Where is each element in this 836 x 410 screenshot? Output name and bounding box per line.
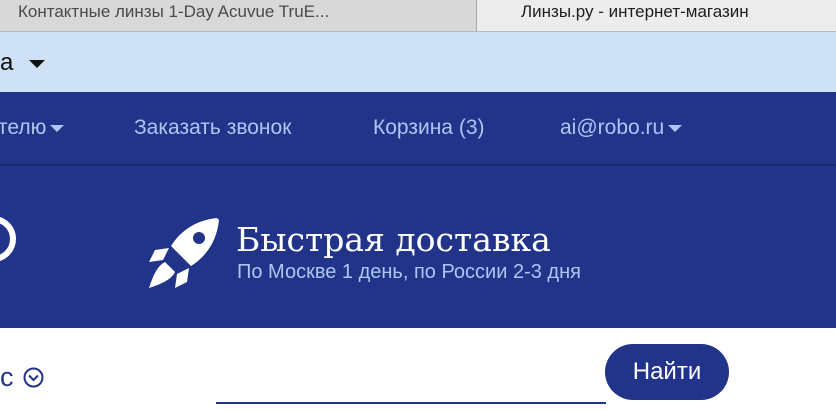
nav-item-label: телю — [0, 116, 47, 139]
browser-tab[interactable]: Контактные линзы 1-Day Acuvue TruE... — [0, 0, 477, 31]
nav-item-label: ai@robo.ru — [560, 116, 665, 139]
top-nav: телю Заказать звонок Корзина (3) ai@robo… — [0, 92, 836, 166]
browser-tab-title: Контактные линзы 1-Day Acuvue TruE... — [18, 2, 330, 21]
nav-item-account[interactable]: ai@robo.ru — [560, 116, 683, 140]
nav-item-label: Корзина (3) — [373, 116, 485, 139]
nav-item-cart[interactable]: Корзина (3) — [373, 116, 485, 140]
browser-tab-title: Линзы.ру - интернет-магазин — [521, 2, 749, 21]
city-selector[interactable]: а — [0, 49, 13, 77]
search-button[interactable]: Найти — [605, 344, 729, 400]
filter-label: с — [0, 362, 14, 392]
chevron-down-icon — [668, 124, 683, 132]
search-row: с Найти — [0, 328, 836, 410]
logo-fragment — [0, 216, 16, 262]
chevron-down-icon[interactable] — [29, 60, 45, 68]
city-bar: а — [0, 32, 836, 92]
hero-title: Быстрая доставка — [236, 220, 551, 259]
chevron-down-icon — [50, 124, 65, 132]
browser-tab-strip: Контактные линзы 1-Day Acuvue TruE... Ли… — [0, 0, 836, 32]
nav-item-label: Заказать звонок — [134, 116, 292, 139]
hero-subtitle: По Москве 1 день, по России 2-3 дня — [237, 261, 581, 283]
hero-banner: Быстрая доставка По Москве 1 день, по Ро… — [0, 166, 836, 328]
browser-tab-active[interactable]: Линзы.ру - интернет-магазин — [477, 0, 836, 31]
rocket-icon — [149, 218, 219, 288]
search-input[interactable] — [216, 364, 606, 404]
chevron-down-circle-icon[interactable] — [23, 367, 44, 388]
nav-item-customers[interactable]: телю — [0, 116, 65, 140]
nav-item-callback[interactable]: Заказать звонок — [134, 116, 291, 140]
